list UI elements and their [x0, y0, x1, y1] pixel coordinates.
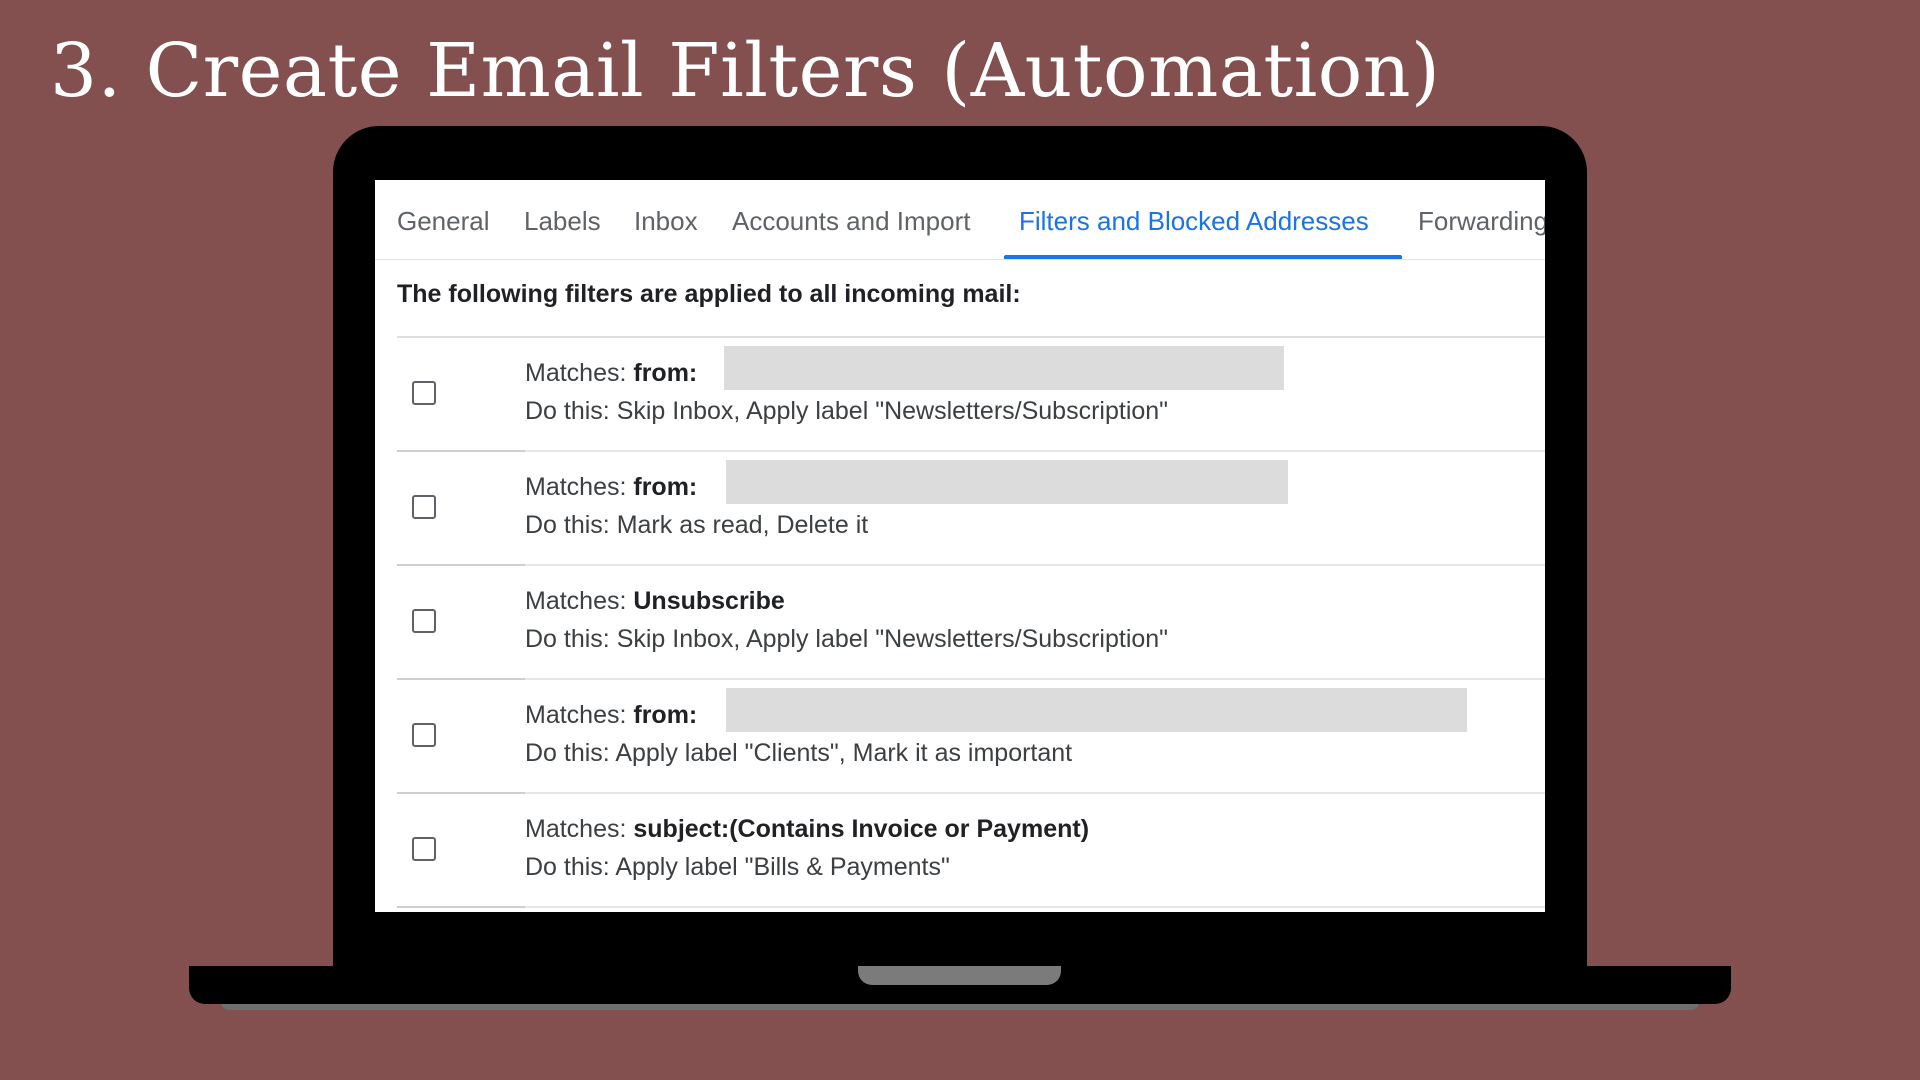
matches-prefix: Matches:: [525, 473, 634, 501]
slide-title: 3. Create Email Filters (Automation): [50, 28, 1441, 114]
filter-select-checkbox[interactable]: [412, 723, 436, 747]
filter-criteria: from:: [633, 473, 698, 501]
tab-accounts-and-import[interactable]: Accounts and Import: [732, 180, 970, 259]
filter-row: Matches: subject:(Contains Invoice or Pa…: [397, 794, 1545, 908]
settings-tab-bar: General Labels Inbox Accounts and Import…: [375, 180, 1545, 260]
filter-row: Matches: Unsubscribe Do this: Skip Inbox…: [397, 566, 1545, 680]
filter-action: Do this: Skip Inbox, Apply label "Newsle…: [525, 397, 1169, 425]
active-tab-indicator: [1004, 255, 1402, 259]
tab-labels[interactable]: Labels: [524, 180, 601, 259]
filter-criteria: Unsubscribe: [633, 587, 785, 615]
filters-intro-text: The following filters are applied to all…: [397, 280, 1021, 308]
tab-general[interactable]: General: [397, 180, 490, 259]
filter-row: Matches: from: Do this: Skip Inbox, Appl…: [397, 338, 1545, 452]
filter-select-checkbox[interactable]: [412, 609, 436, 633]
filter-matches: Matches: from:: [525, 473, 697, 502]
filter-matches: Matches: from:: [525, 701, 697, 730]
gmail-settings-screen: General Labels Inbox Accounts and Import…: [375, 180, 1545, 912]
filter-action: Do this: Skip Inbox, Apply label "Newsle…: [525, 625, 1169, 653]
filter-criteria: from:: [633, 701, 698, 729]
filter-matches: Matches: subject:(Contains Invoice or Pa…: [525, 815, 1089, 844]
filter-criteria: subject:(Contains Invoice or Payment): [633, 815, 1090, 843]
matches-prefix: Matches:: [525, 701, 634, 729]
redacted-sender: [726, 688, 1467, 732]
tab-filters-and-blocked-addresses[interactable]: Filters and Blocked Addresses: [1019, 180, 1369, 259]
filter-row: Matches: from: Do this: Mark as read, De…: [397, 452, 1545, 566]
matches-prefix: Matches:: [525, 359, 634, 387]
filter-action: Do this: Apply label "Clients", Mark it …: [525, 739, 1073, 767]
filter-select-checkbox[interactable]: [412, 837, 436, 861]
filter-criteria: from:: [633, 359, 698, 387]
filter-action: Do this: Mark as read, Delete it: [525, 511, 869, 539]
filter-row: Matches: from: Do this: Apply label "Cli…: [397, 680, 1545, 794]
row-divider: [397, 906, 1545, 908]
filter-matches: Matches: from:: [525, 359, 697, 388]
filter-action: Do this: Apply label "Bills & Payments": [525, 853, 950, 881]
filter-matches: Matches: Unsubscribe: [525, 587, 785, 616]
laptop-notch: [858, 966, 1061, 985]
tab-inbox[interactable]: Inbox: [634, 180, 698, 259]
redacted-sender: [726, 460, 1288, 504]
matches-prefix: Matches:: [525, 815, 634, 843]
redacted-sender: [724, 346, 1284, 390]
filter-select-checkbox[interactable]: [412, 381, 436, 405]
matches-prefix: Matches:: [525, 587, 634, 615]
row-divider-accent: [397, 906, 525, 908]
tab-forwarding[interactable]: Forwarding: [1418, 180, 1545, 259]
filter-select-checkbox[interactable]: [412, 495, 436, 519]
